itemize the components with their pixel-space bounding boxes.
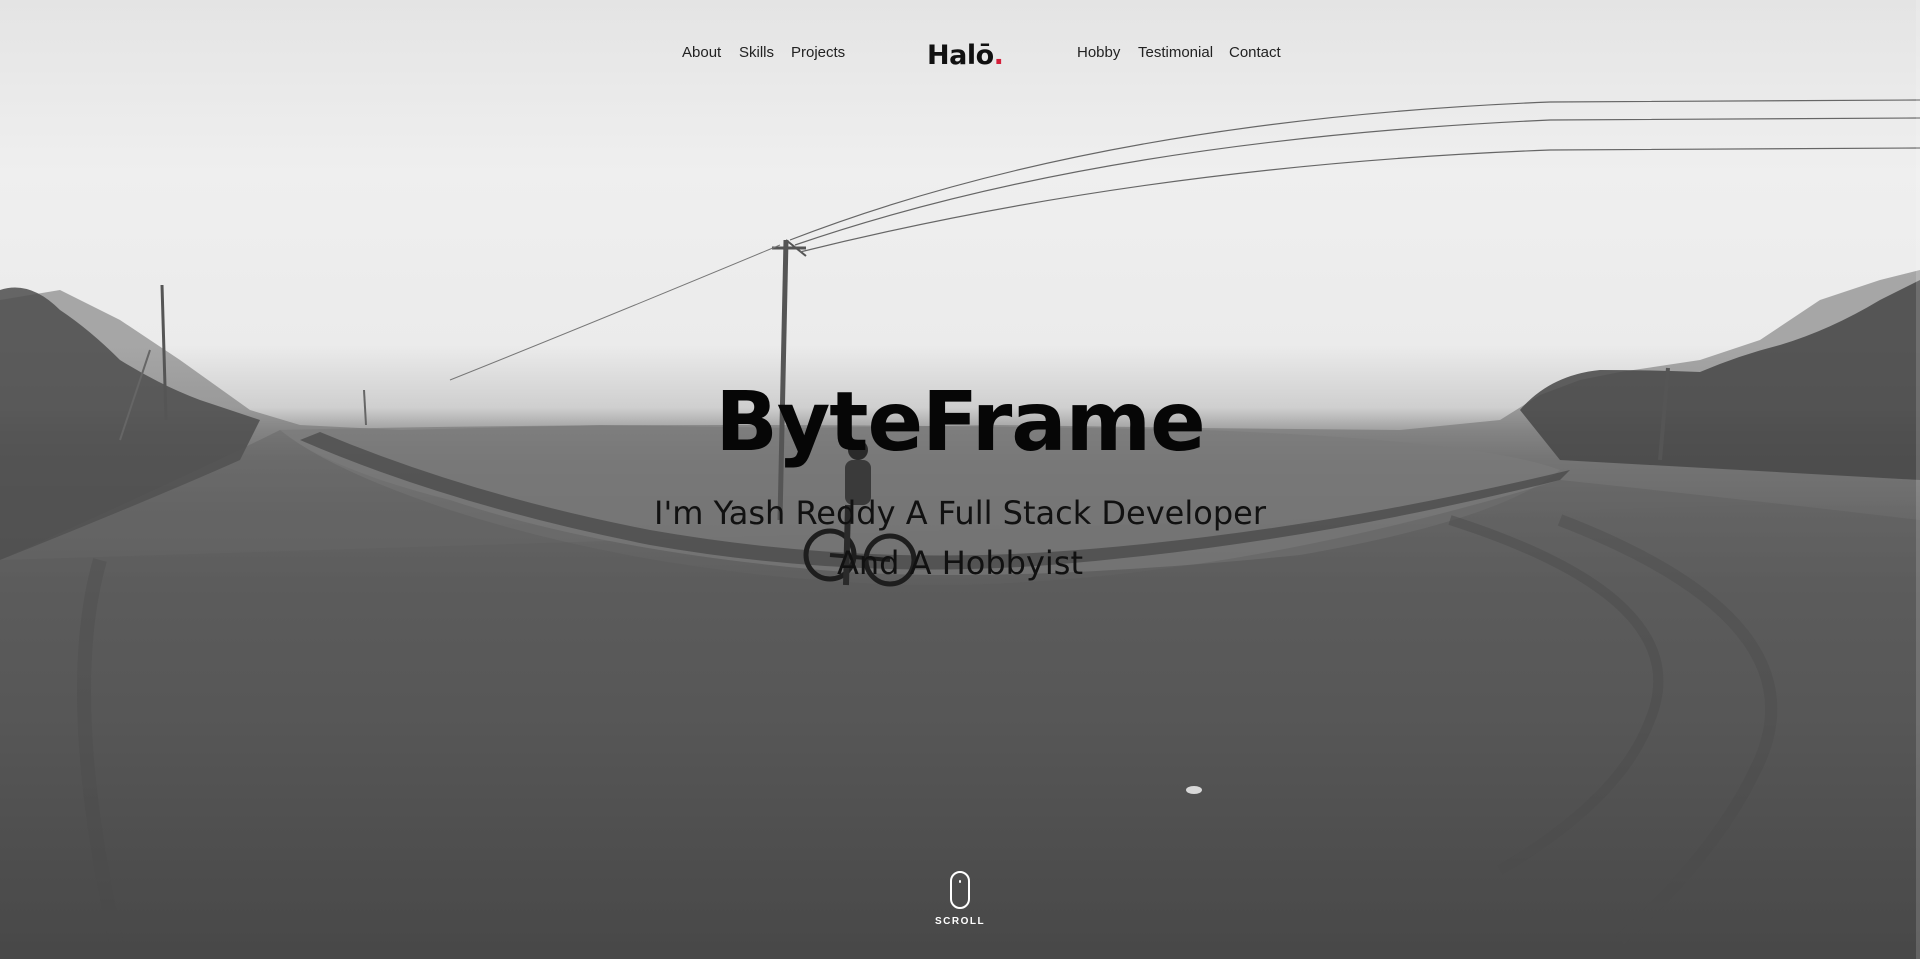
- nav-link-projects[interactable]: Projects: [791, 44, 845, 61]
- hero-subtitle-line-1: I'm Yash Reddy A Full Stack Developer: [654, 494, 1266, 532]
- mouse-icon: [950, 871, 970, 909]
- nav-link-contact[interactable]: Contact: [1229, 44, 1281, 61]
- top-navigation: About Skills Projects Halō. Hobby Testim…: [0, 40, 1920, 71]
- logo-dot: .: [993, 40, 1004, 71]
- nav-link-hobby[interactable]: Hobby: [1077, 44, 1120, 61]
- hero-background-image: [0, 99, 1920, 959]
- page-scrollbar[interactable]: [1916, 0, 1920, 959]
- hero-subtitle-line-2: And A Hobbyist: [836, 544, 1084, 582]
- scroll-label: SCROLL: [935, 916, 986, 927]
- nav-link-skills[interactable]: Skills: [739, 44, 774, 61]
- mouse-wheel: [959, 880, 961, 883]
- hero-title: ByteFrame: [715, 375, 1205, 470]
- hero-section: About Skills Projects Halō. Hobby Testim…: [0, 0, 1920, 959]
- nav-link-testimonial[interactable]: Testimonial: [1138, 44, 1213, 61]
- logo-text: Halō: [927, 40, 994, 71]
- site-logo[interactable]: Halō.: [927, 40, 1004, 71]
- scroll-indicator[interactable]: SCROLL: [935, 871, 985, 927]
- nav-link-about[interactable]: About: [682, 44, 721, 61]
